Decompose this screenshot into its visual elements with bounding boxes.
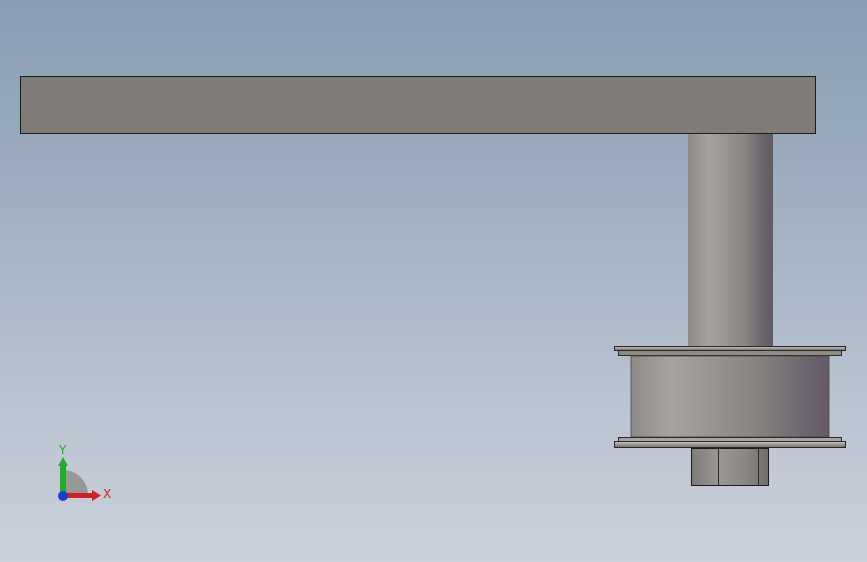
- hex-nut[interactable]: [691, 448, 769, 486]
- arm-beam[interactable]: [20, 76, 816, 134]
- x-axis-label: X: [103, 487, 111, 501]
- triad-plane-icon: [63, 470, 88, 495]
- bottom-flange[interactable]: [614, 437, 846, 448]
- cad-model[interactable]: [0, 0, 867, 562]
- orientation-triad: Y X: [58, 443, 111, 501]
- graphics-viewport[interactable]: Y X: [0, 0, 867, 562]
- y-axis-label: Y: [58, 443, 67, 457]
- vertical-shaft[interactable]: [688, 134, 773, 347]
- pulley-hub[interactable]: [630, 355, 830, 438]
- y-axis-arrow-icon: [60, 464, 66, 495]
- top-flange[interactable]: [614, 346, 846, 356]
- z-axis-origin-icon: [58, 491, 68, 501]
